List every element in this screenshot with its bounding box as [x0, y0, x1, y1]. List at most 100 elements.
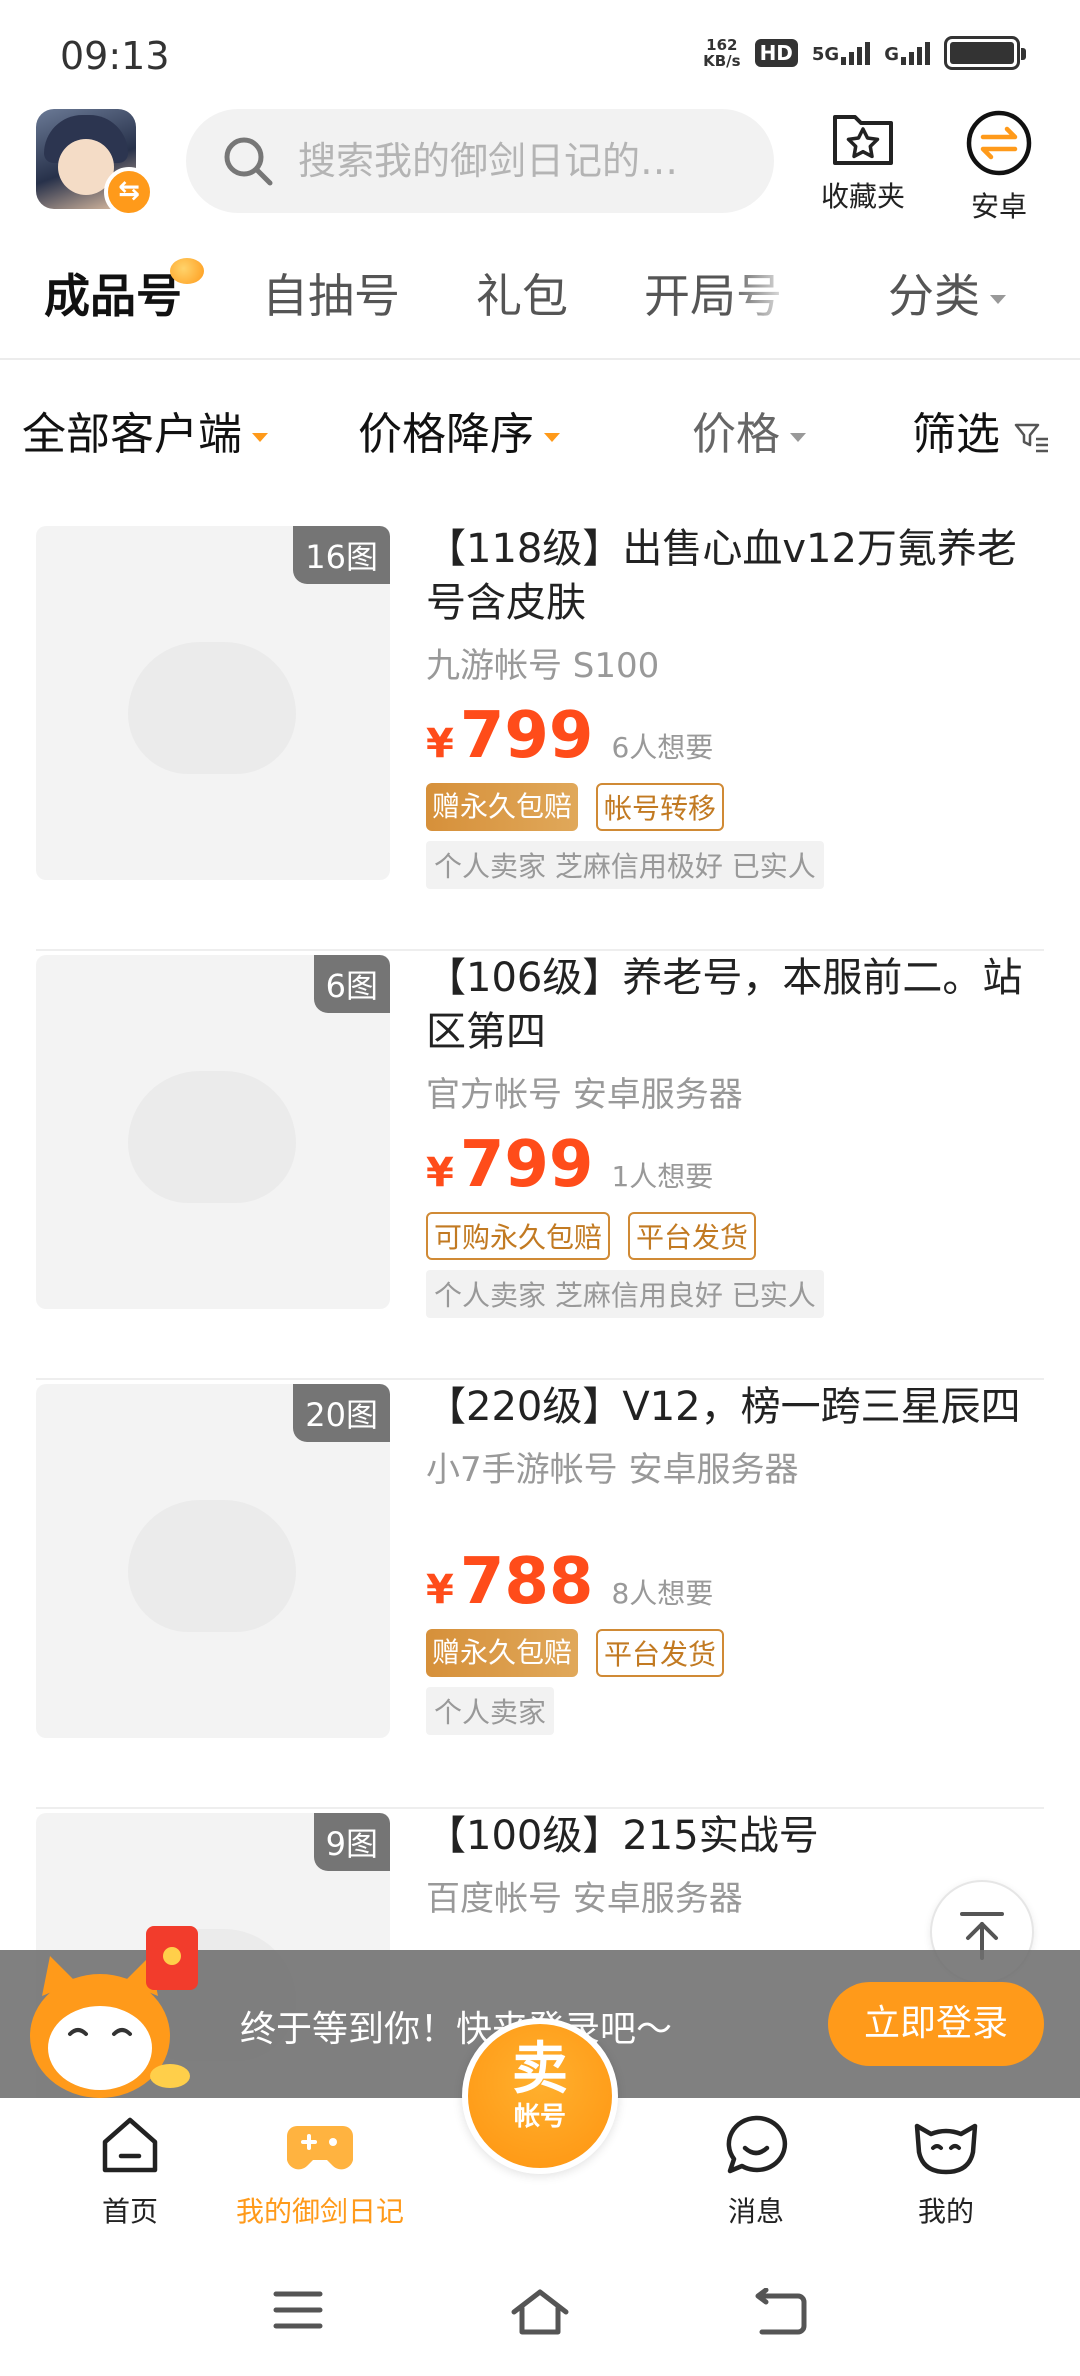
- tab-highlight-dot: [170, 258, 204, 284]
- sell-label-bottom: 帐号: [513, 2102, 566, 2132]
- platform-button[interactable]: 安卓: [944, 109, 1054, 225]
- tab-label: 开局号: [644, 269, 782, 323]
- cat-face-icon: [914, 2123, 978, 2175]
- listing-price: 788: [459, 1545, 594, 1619]
- wanted-count: 1人想要: [611, 1160, 714, 1193]
- network-speed-value: 162: [706, 36, 738, 54]
- system-home-icon[interactable]: [510, 2288, 570, 2336]
- nav-my-game-label: 我的御剑日记: [235, 2195, 404, 2228]
- price-filter-label: 价格: [692, 409, 780, 460]
- platform-label: 安卓: [970, 190, 1027, 223]
- sell-account-button[interactable]: 卖 帐号: [462, 2018, 618, 2174]
- client-filter[interactable]: 全部客户端: [22, 398, 268, 462]
- battery-icon: [944, 36, 1026, 70]
- image-count-badge: 9图: [313, 1813, 390, 1871]
- system-nav-bar: [0, 2248, 1080, 2376]
- tab-label: 分类: [888, 269, 980, 323]
- placeholder-image-icon: [128, 1500, 296, 1632]
- listing-thumbnail[interactable]: 16图: [36, 526, 390, 880]
- chevron-down-icon: [252, 432, 268, 442]
- nav-mine[interactable]: 我的: [846, 2112, 1046, 2230]
- signal-g-icon: G: [884, 41, 930, 65]
- tab-starter-accounts[interactable]: 开局号: [644, 260, 782, 326]
- listing-item[interactable]: 16图 【118级】出售心血v12万氪养老号含皮肤 九游帐号 S100 ¥ 79…: [36, 522, 1044, 951]
- chat-bubble-icon: [726, 2115, 788, 2174]
- sort-filter-label: 价格降序: [358, 409, 534, 460]
- tab-categories[interactable]: 分类: [888, 260, 1006, 326]
- menu-icon[interactable]: [272, 2288, 324, 2332]
- image-count-badge: 20图: [293, 1384, 390, 1442]
- tag-badge: 可购永久包赔: [426, 1212, 611, 1260]
- currency-symbol: ¥: [426, 1567, 454, 1613]
- network-speed-unit: KB/s: [703, 52, 741, 70]
- listing-price: 799: [459, 699, 594, 773]
- favorites-button[interactable]: 收藏夹: [808, 109, 918, 215]
- back-icon[interactable]: [752, 2288, 808, 2336]
- category-tabs: 成品号 自抽号 礼包 开局号 分类: [0, 250, 1080, 360]
- chevron-down-icon: [790, 432, 806, 442]
- seller-info: 个人卖家 芝麻信用极好 已实人: [426, 841, 824, 889]
- listing-account-type: 官方帐号 安卓服务器: [426, 1075, 743, 1115]
- listing-thumbnail[interactable]: 20图: [36, 1384, 390, 1738]
- search-bar[interactable]: [186, 109, 774, 213]
- tag-badge: 赠永久包赔: [426, 1629, 579, 1677]
- seller-info: 个人卖家: [426, 1687, 555, 1735]
- currency-symbol: ¥: [426, 1150, 454, 1196]
- screen-filter[interactable]: 筛选: [912, 398, 1050, 462]
- wanted-count: 6人想要: [611, 731, 714, 764]
- nav-my-game[interactable]: 我的御剑日记: [220, 2112, 420, 2230]
- listing-thumbnail[interactable]: 6图: [36, 955, 390, 1309]
- chevron-down-icon: [990, 295, 1006, 304]
- tab-self-draw[interactable]: 自抽号: [262, 260, 400, 326]
- listing-title: 【106级】养老号，本服前二。站区第四: [426, 955, 1023, 1055]
- listing-item[interactable]: 20图 【220级】V12，榜一跨三星辰四 小7手游帐号 安卓服务器 ¥ 788…: [36, 1380, 1044, 1809]
- home-icon: [102, 2117, 158, 2173]
- swap-arrows-icon: [966, 110, 1032, 176]
- nav-home[interactable]: 首页: [30, 2112, 230, 2230]
- filter-funnel-icon: [1014, 423, 1048, 453]
- seller-info: 个人卖家 芝麻信用良好 已实人: [426, 1270, 824, 1318]
- hd-icon: HD: [754, 39, 798, 67]
- status-time: 09:13: [60, 34, 170, 78]
- placeholder-image-icon: [128, 642, 296, 774]
- tag-badge: 帐号转移: [596, 783, 725, 831]
- nav-messages-label: 消息: [727, 2195, 784, 2228]
- tag-badge: 平台发货: [628, 1212, 757, 1260]
- status-icons: 162 KB/s HD 5G G: [703, 36, 1026, 70]
- chevron-down-icon: [544, 432, 560, 442]
- search-input[interactable]: [298, 139, 738, 183]
- search-icon: [224, 137, 273, 186]
- listing-title: 【118级】出售心血v12万氪养老号含皮肤: [426, 526, 1017, 626]
- tab-gift-packs[interactable]: 礼包: [476, 260, 568, 326]
- signal-5g-icon: 5G: [811, 41, 871, 65]
- nav-mine-label: 我的: [917, 2195, 974, 2228]
- client-filter-label: 全部客户端: [22, 409, 242, 460]
- login-button[interactable]: 立即登录: [828, 1982, 1044, 2066]
- filter-bar: 全部客户端 价格降序 价格 筛选: [0, 390, 1080, 470]
- sim1-network-label: 5G: [811, 44, 840, 65]
- listing-title: 【100级】215实战号: [426, 1813, 819, 1859]
- tab-finished-accounts[interactable]: 成品号: [44, 260, 182, 326]
- wanted-count: 8人想要: [611, 1577, 714, 1610]
- listing-item[interactable]: 6图 【106级】养老号，本服前二。站区第四 官方帐号 安卓服务器 ¥ 799 …: [36, 951, 1044, 1380]
- tab-label: 成品号: [44, 269, 182, 323]
- network-speed: 162 KB/s: [703, 37, 740, 69]
- star-folder-icon: [833, 115, 893, 165]
- favorites-label: 收藏夹: [820, 180, 905, 213]
- switch-game-icon[interactable]: ⇆: [104, 167, 154, 217]
- tab-label: 自抽号: [262, 269, 400, 323]
- currency-symbol: ¥: [426, 721, 454, 767]
- price-filter[interactable]: 价格: [692, 398, 806, 462]
- nav-home-label: 首页: [101, 2195, 158, 2228]
- nav-messages[interactable]: 消息: [656, 2112, 856, 2230]
- image-count-badge: 6图: [313, 955, 390, 1013]
- placeholder-image-icon: [128, 1071, 296, 1203]
- cat-mascot-icon: [30, 1926, 198, 2098]
- tag-badge: 赠永久包赔: [426, 783, 579, 831]
- sort-filter[interactable]: 价格降序: [358, 398, 560, 462]
- sim2-network-label: G: [884, 44, 899, 65]
- status-bar: 09:13 162 KB/s HD 5G G: [0, 0, 1080, 100]
- listing-account-type: 小7手游帐号 安卓服务器: [426, 1450, 799, 1490]
- listing-account-type: 九游帐号 S100: [426, 646, 660, 686]
- tag-badge: 平台发货: [596, 1629, 725, 1677]
